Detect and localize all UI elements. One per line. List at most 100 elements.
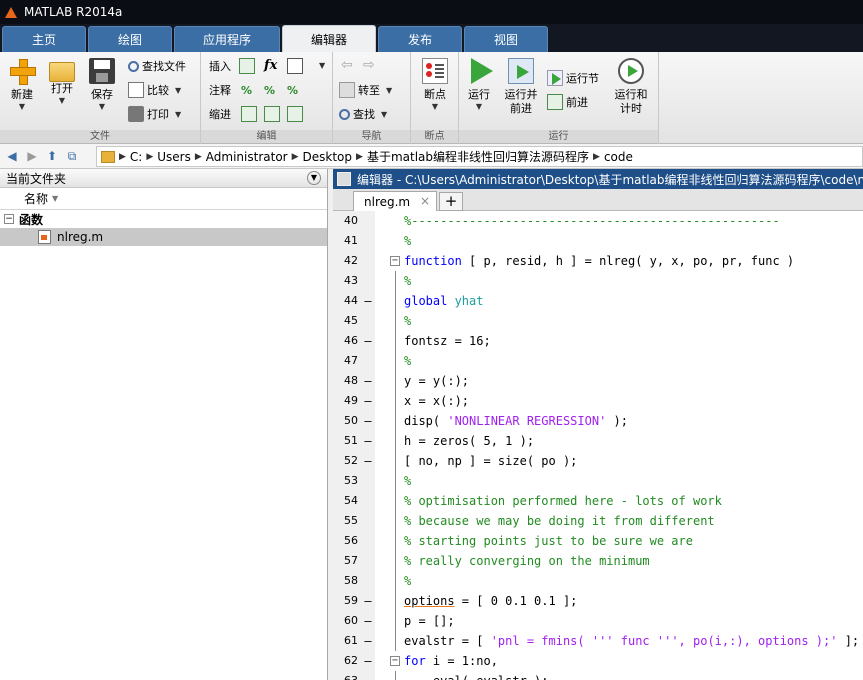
code-line[interactable]: 62– − for i = 1:no,	[333, 651, 863, 671]
line-number: 59	[344, 594, 358, 607]
code-line[interactable]: 45%	[333, 311, 863, 331]
path-field[interactable]: ▶ C: ▶ Users ▶ Administrator ▶ Desktop ▶…	[96, 146, 863, 167]
line-number: 53	[344, 474, 358, 487]
name-column-header[interactable]: 名称 ▼	[0, 188, 327, 210]
up-folder-icon[interactable]: ⬆	[44, 148, 60, 164]
code-line[interactable]: 49– x = x(:);	[333, 391, 863, 411]
editor-header: 编辑器 - C:\Users\Administrator\Desktop\基于m…	[333, 169, 863, 189]
code-line[interactable]: 61– evalstr = [ 'pnl = fmins( ''' func ''…	[333, 631, 863, 651]
new-button[interactable]: 新建 ▼	[2, 56, 42, 112]
increase-indent-icon[interactable]	[264, 106, 280, 122]
breakpoint-marker[interactable]: –	[364, 431, 372, 451]
insert-function-icon[interactable]	[287, 58, 303, 74]
code-line[interactable]: 59– options = [ 0 0.1 0.1 ];	[333, 591, 863, 611]
breakpoint-marker[interactable]: –	[364, 611, 372, 631]
browse-folder-icon[interactable]: ⧉	[64, 148, 80, 164]
insert-section-icon[interactable]	[239, 58, 255, 74]
code-line[interactable]: 58%	[333, 571, 863, 591]
breakpoint-marker[interactable]: –	[364, 391, 372, 411]
code-line[interactable]: 52– [ no, np ] = size( po );	[333, 451, 863, 471]
group-functions[interactable]: − 函数	[0, 210, 327, 228]
breakpoint-marker[interactable]: –	[364, 671, 372, 680]
open-button[interactable]: 打开 ▼	[42, 56, 82, 106]
code-line[interactable]: 60– p = [];	[333, 611, 863, 631]
code-line[interactable]: 41%	[333, 231, 863, 251]
breakpoint-marker[interactable]: –	[364, 371, 372, 391]
breadcrumb-project[interactable]: 基于matlab编程非线性回归算法源码程序	[367, 148, 589, 165]
back-arrow-icon[interactable]: ⇦	[341, 57, 357, 73]
advance-button[interactable]: 前进	[547, 92, 588, 112]
back-icon[interactable]: ◀	[4, 148, 20, 164]
tab-plots[interactable]: 绘图	[88, 26, 172, 52]
tab-publish[interactable]: 发布	[378, 26, 462, 52]
line-number: 44	[344, 294, 358, 307]
tab-view[interactable]: 视图	[464, 26, 548, 52]
breadcrumb-code[interactable]: code	[604, 150, 633, 164]
code-line[interactable]: 56 % starting points just to be sure we a…	[333, 531, 863, 551]
code-line[interactable]: 42 − function [ p, resid, h ] = nlreg( y, …	[333, 251, 863, 271]
fold-toggle-icon[interactable]: −	[390, 256, 400, 266]
tab-editor[interactable]: 编辑器	[282, 25, 376, 52]
fx-button[interactable]: fx	[264, 56, 280, 76]
code-line[interactable]: 46– fontsz = 16;	[333, 331, 863, 351]
print-button[interactable]: 打印 ▼	[128, 104, 181, 124]
code-line[interactable]: 44– global yhat	[333, 291, 863, 311]
breadcrumb-administrator[interactable]: Administrator	[206, 150, 288, 164]
insert-button[interactable]: 插入	[209, 56, 231, 76]
breakpoint-marker[interactable]: –	[364, 331, 372, 351]
breakpoint-marker[interactable]: –	[364, 451, 372, 471]
breadcrumb-c[interactable]: C:	[130, 150, 142, 164]
goto-button[interactable]: 转至 ▼	[339, 80, 392, 100]
code-line[interactable]: 63– eval( evalstr );	[333, 671, 863, 680]
breakpoint-marker[interactable]: –	[364, 411, 372, 431]
forward-icon[interactable]: ▶	[24, 148, 40, 164]
code-line[interactable]: 50– disp( 'NONLINEAR REGRESSION' );	[333, 411, 863, 431]
breakpoint-marker[interactable]: –	[364, 291, 372, 311]
code-line[interactable]: 51– h = zeros( 5, 1 );	[333, 431, 863, 451]
run-section-button[interactable]: 运行节	[547, 68, 599, 88]
file-item[interactable]: nlreg.m	[0, 228, 327, 246]
comment-percent-icon[interactable]: %	[241, 82, 257, 98]
breadcrumb-desktop[interactable]: Desktop	[303, 150, 353, 164]
code-line[interactable]: 48– y = y(:);	[333, 371, 863, 391]
code-line[interactable]: 53%	[333, 471, 863, 491]
chevron-down-icon[interactable]: ▼	[319, 61, 325, 70]
code-line[interactable]: 55 % because we may be doing it from diff…	[333, 511, 863, 531]
editor-tab-nlreg[interactable]: nlreg.m ×	[353, 191, 437, 211]
save-button[interactable]: 保存 ▼	[82, 56, 122, 112]
find-files-button[interactable]: 查找文件	[128, 56, 186, 76]
code-line[interactable]: 40 %-------------------------------------…	[333, 211, 863, 231]
wrap-comment-icon[interactable]: %	[287, 82, 303, 98]
breadcrumb-users[interactable]: Users	[157, 150, 191, 164]
panel-options-icon[interactable]: ▼	[307, 171, 321, 185]
tab-home[interactable]: 主页	[2, 26, 86, 52]
fold-toggle-icon[interactable]: −	[390, 656, 400, 666]
breakpoint-marker[interactable]: –	[364, 591, 372, 611]
smart-indent-icon[interactable]	[241, 106, 257, 122]
forward-arrow-icon[interactable]: ⇨	[363, 57, 379, 73]
run-and-time-button[interactable]: 运行和 计时	[611, 56, 651, 116]
run-button[interactable]: 运行 ▼	[459, 56, 499, 112]
close-icon[interactable]: ×	[420, 194, 430, 208]
run-and-advance-button[interactable]: 运行并 前进	[501, 56, 541, 116]
fold-line	[395, 411, 396, 431]
chevron-down-icon: ▼	[18, 102, 26, 111]
tab-apps[interactable]: 应用程序	[174, 26, 280, 52]
code-line[interactable]: 57 % really converging on the minimum	[333, 551, 863, 571]
find-button[interactable]: 查找 ▼	[339, 104, 387, 124]
indent-button[interactable]: 缩进	[209, 104, 231, 124]
code-area[interactable]: 40 %-------------------------------------…	[333, 211, 863, 680]
compare-button[interactable]: 比较 ▼	[128, 80, 181, 100]
new-tab-button[interactable]: +	[439, 192, 463, 211]
code-line[interactable]: 43%	[333, 271, 863, 291]
uncomment-icon[interactable]: %	[264, 82, 280, 98]
file-name: nlreg.m	[57, 230, 104, 244]
breakpoint-marker[interactable]: –	[364, 631, 372, 651]
comment-button[interactable]: 注释	[209, 80, 231, 100]
decrease-indent-icon[interactable]	[287, 106, 303, 122]
code-line[interactable]: 54 % optimisation performed here - lots o…	[333, 491, 863, 511]
breakpoints-button[interactable]: 断点 ▼	[415, 56, 455, 112]
breakpoint-marker[interactable]: –	[364, 651, 372, 671]
code-line[interactable]: 47%	[333, 351, 863, 371]
collapse-icon[interactable]: −	[4, 214, 14, 224]
